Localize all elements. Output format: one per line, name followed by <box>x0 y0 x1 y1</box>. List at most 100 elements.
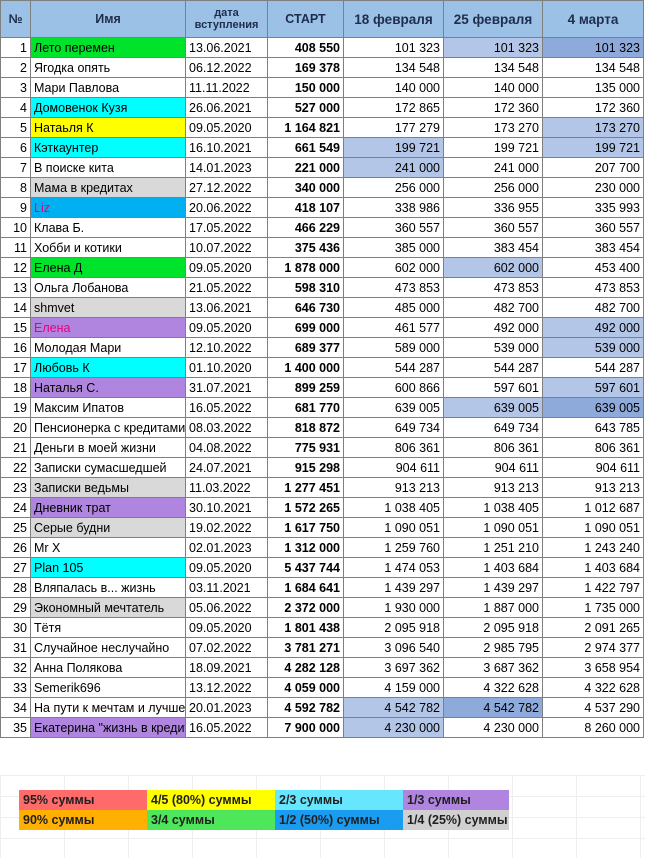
start-amount-cell[interactable]: 1 572 265 <box>267 497 344 518</box>
mar4-amount-cell[interactable]: 134 548 <box>542 57 644 78</box>
feb18-amount-cell[interactable]: 338 986 <box>343 197 444 218</box>
mar4-amount-cell[interactable]: 172 360 <box>542 97 644 118</box>
row-number-cell[interactable]: 35 <box>0 717 31 738</box>
start-amount-cell[interactable]: 598 310 <box>267 277 344 298</box>
name-cell[interactable]: Записки сумасшедшей <box>30 457 186 478</box>
join-date-cell[interactable]: 16.05.2022 <box>185 397 268 418</box>
row-number-cell[interactable]: 8 <box>0 177 31 198</box>
feb25-amount-cell[interactable]: 473 853 <box>443 277 543 298</box>
feb18-amount-cell[interactable]: 649 734 <box>343 417 444 438</box>
feb25-amount-cell[interactable]: 360 557 <box>443 217 543 238</box>
start-amount-cell[interactable]: 646 730 <box>267 297 344 318</box>
feb18-amount-cell[interactable]: 602 000 <box>343 257 444 278</box>
feb18-amount-cell[interactable]: 913 213 <box>343 477 444 498</box>
feb25-amount-cell[interactable]: 256 000 <box>443 177 543 198</box>
name-cell[interactable]: Максим Ипатов <box>30 397 186 418</box>
feb25-amount-cell[interactable]: 4 322 628 <box>443 677 543 698</box>
mar4-amount-cell[interactable]: 482 700 <box>542 297 644 318</box>
feb18-amount-cell[interactable]: 639 005 <box>343 397 444 418</box>
name-cell[interactable]: Молодая Мари <box>30 337 186 358</box>
row-number-cell[interactable]: 10 <box>0 217 31 238</box>
join-date-cell[interactable]: 16.05.2022 <box>185 717 268 738</box>
name-cell[interactable]: Mr X <box>30 537 186 558</box>
feb25-amount-cell[interactable]: 2 095 918 <box>443 617 543 638</box>
mar4-amount-cell[interactable]: 473 853 <box>542 277 644 298</box>
name-cell[interactable]: Елена Д <box>30 257 186 278</box>
join-date-cell[interactable]: 26.06.2021 <box>185 97 268 118</box>
feb25-amount-cell[interactable]: 4 230 000 <box>443 717 543 738</box>
row-number-cell[interactable]: 6 <box>0 137 31 158</box>
header-start[interactable]: СТАРТ <box>267 0 344 38</box>
name-cell[interactable]: shmvet <box>30 297 186 318</box>
name-cell[interactable]: Анна Полякова <box>30 657 186 678</box>
name-cell[interactable]: Екатерина "жизнь в кредит" <box>30 717 186 738</box>
start-amount-cell[interactable]: 1 164 821 <box>267 117 344 138</box>
join-date-cell[interactable]: 24.07.2021 <box>185 457 268 478</box>
name-cell[interactable]: Тётя <box>30 617 186 638</box>
join-date-cell[interactable]: 09.05.2020 <box>185 117 268 138</box>
row-number-cell[interactable]: 15 <box>0 317 31 338</box>
header-num[interactable]: № <box>0 0 31 38</box>
join-date-cell[interactable]: 30.10.2021 <box>185 497 268 518</box>
feb25-amount-cell[interactable]: 383 454 <box>443 237 543 258</box>
feb25-amount-cell[interactable]: 172 360 <box>443 97 543 118</box>
mar4-amount-cell[interactable]: 1 735 000 <box>542 597 644 618</box>
mar4-amount-cell[interactable]: 4 322 628 <box>542 677 644 698</box>
row-number-cell[interactable]: 5 <box>0 117 31 138</box>
start-amount-cell[interactable]: 1 878 000 <box>267 257 344 278</box>
feb25-amount-cell[interactable]: 904 611 <box>443 457 543 478</box>
join-date-cell[interactable]: 19.02.2022 <box>185 517 268 538</box>
feb18-amount-cell[interactable]: 385 000 <box>343 237 444 258</box>
mar4-amount-cell[interactable]: 1 403 684 <box>542 557 644 578</box>
name-cell[interactable]: Домовенок Кузя <box>30 97 186 118</box>
join-date-cell[interactable]: 09.05.2020 <box>185 617 268 638</box>
start-amount-cell[interactable]: 408 550 <box>267 37 344 58</box>
start-amount-cell[interactable]: 899 259 <box>267 377 344 398</box>
row-number-cell[interactable]: 30 <box>0 617 31 638</box>
mar4-amount-cell[interactable]: 544 287 <box>542 357 644 378</box>
row-number-cell[interactable]: 3 <box>0 77 31 98</box>
mar4-amount-cell[interactable]: 101 323 <box>542 37 644 58</box>
join-date-cell[interactable]: 05.06.2022 <box>185 597 268 618</box>
join-date-cell[interactable]: 10.07.2022 <box>185 237 268 258</box>
feb25-amount-cell[interactable]: 134 548 <box>443 57 543 78</box>
row-number-cell[interactable]: 27 <box>0 557 31 578</box>
feb18-amount-cell[interactable]: 544 287 <box>343 357 444 378</box>
feb18-amount-cell[interactable]: 1 259 760 <box>343 537 444 558</box>
row-number-cell[interactable]: 13 <box>0 277 31 298</box>
join-date-cell[interactable]: 20.01.2023 <box>185 697 268 718</box>
name-cell[interactable]: Мама в кредитах <box>30 177 186 198</box>
name-cell[interactable]: Серые будни <box>30 517 186 538</box>
name-cell[interactable]: Натаьля К <box>30 117 186 138</box>
mar4-amount-cell[interactable]: 335 993 <box>542 197 644 218</box>
name-cell[interactable]: Клава Б. <box>30 217 186 238</box>
feb18-amount-cell[interactable]: 3 697 362 <box>343 657 444 678</box>
feb25-amount-cell[interactable]: 539 000 <box>443 337 543 358</box>
join-date-cell[interactable]: 04.08.2022 <box>185 437 268 458</box>
row-number-cell[interactable]: 18 <box>0 377 31 398</box>
feb18-amount-cell[interactable]: 3 096 540 <box>343 637 444 658</box>
start-amount-cell[interactable]: 1 312 000 <box>267 537 344 558</box>
feb25-amount-cell[interactable]: 1 251 210 <box>443 537 543 558</box>
name-cell[interactable]: На пути к мечтам и лучшей жизни <box>30 697 186 718</box>
join-date-cell[interactable]: 16.10.2021 <box>185 137 268 158</box>
feb18-amount-cell[interactable]: 199 721 <box>343 137 444 158</box>
feb18-amount-cell[interactable]: 1 474 053 <box>343 557 444 578</box>
feb25-amount-cell[interactable]: 140 000 <box>443 77 543 98</box>
feb25-amount-cell[interactable]: 639 005 <box>443 397 543 418</box>
start-amount-cell[interactable]: 375 436 <box>267 237 344 258</box>
name-cell[interactable]: В поиске кита <box>30 157 186 178</box>
row-number-cell[interactable]: 29 <box>0 597 31 618</box>
row-number-cell[interactable]: 7 <box>0 157 31 178</box>
feb18-amount-cell[interactable]: 600 866 <box>343 377 444 398</box>
name-cell[interactable]: Елена <box>30 317 186 338</box>
start-amount-cell[interactable]: 7 900 000 <box>267 717 344 738</box>
join-date-cell[interactable]: 27.12.2022 <box>185 177 268 198</box>
feb18-amount-cell[interactable]: 4 230 000 <box>343 717 444 738</box>
start-amount-cell[interactable]: 1 801 438 <box>267 617 344 638</box>
row-number-cell[interactable]: 1 <box>0 37 31 58</box>
row-number-cell[interactable]: 19 <box>0 397 31 418</box>
mar4-amount-cell[interactable]: 383 454 <box>542 237 644 258</box>
row-number-cell[interactable]: 33 <box>0 677 31 698</box>
mar4-amount-cell[interactable]: 913 213 <box>542 477 644 498</box>
